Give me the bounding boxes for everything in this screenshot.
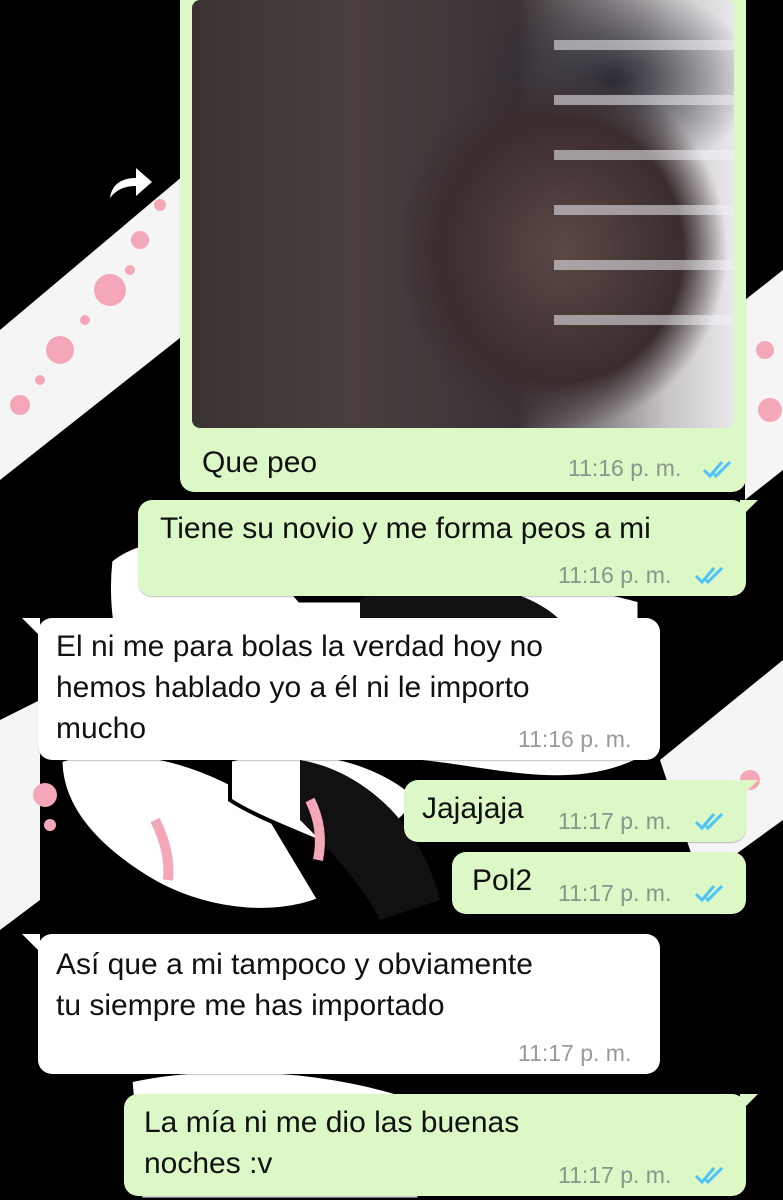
double-check-read-icon [694,884,724,903]
bubble-tail [740,500,758,518]
message-time: 11:17 p. m. [558,808,672,834]
outgoing-message[interactable]: Jajajaja 11:17 p. m. [404,780,746,842]
message-text: Jajajaja [422,792,524,825]
message-text: La mía ni me dio las buenas noches :v [144,1106,520,1180]
double-check-read-icon [702,460,732,479]
message-text: Tiene su novio y me forma peos a mi [160,512,651,545]
double-check-read-icon [694,566,724,585]
forward-arrow-icon[interactable] [106,164,154,200]
bubble-tail [740,780,758,798]
message-text: Así que a mi tampoco y obviamente tu sie… [56,948,533,1022]
message-text: Pol2 [472,864,533,897]
bubble-tail [22,618,40,636]
double-check-read-icon [694,812,724,831]
message-text: El ni me para bolas la verdad hoy no hem… [56,630,543,745]
double-check-read-icon [694,1166,724,1185]
message-time: 11:16 p. m. [558,562,672,588]
message-time: 11:16 p. m. [568,455,682,481]
photo-message-bubble[interactable]: Que peo 11:16 p. m. [180,0,746,492]
message-time: 11:16 p. m. [518,726,632,752]
bubble-tail [740,1094,758,1112]
message-time: 11:17 p. m. [518,1040,632,1066]
photo-attachment[interactable] [192,0,734,428]
incoming-message[interactable]: Así que a mi tampoco y obviamente tu sie… [38,934,660,1074]
outgoing-message[interactable]: Tiene su novio y me forma peos a mi 11:1… [138,500,746,596]
message-time: 11:17 p. m. [558,880,672,906]
message-time: 11:17 p. m. [558,1162,672,1188]
outgoing-message[interactable]: Pol2 11:17 p. m. [452,852,746,914]
photo-caption: Que peo [202,446,318,479]
incoming-message[interactable]: El ni me para bolas la verdad hoy no hem… [38,618,660,760]
outgoing-message[interactable]: La mía ni me dio las buenas noches :v 11… [124,1094,746,1196]
bubble-tail [22,934,40,952]
